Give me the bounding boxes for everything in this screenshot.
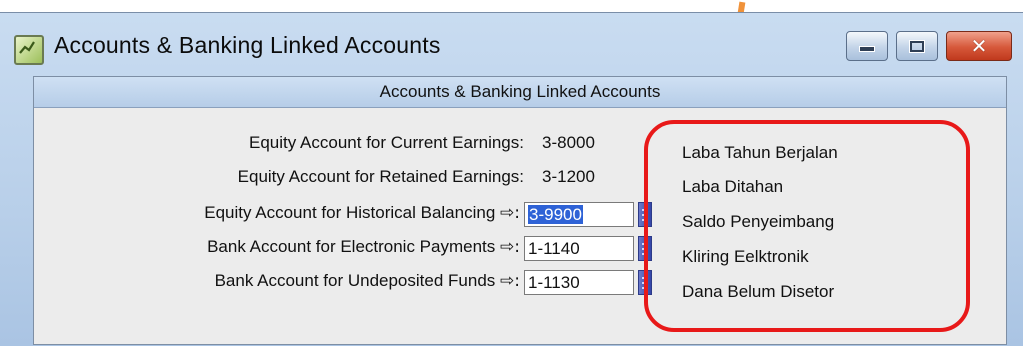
retained-earnings-row: Equity Account for Retained Earnings: [34, 167, 524, 193]
undeposited-funds-value: 1-1130 [528, 273, 580, 292]
close-icon: ✕ [970, 34, 988, 58]
current-earnings-row: Equity Account for Current Earnings: [34, 133, 524, 159]
electronic-payments-value: 1-1140 [528, 239, 580, 258]
drilldown-arrow-icon[interactable]: ⇨: [500, 271, 520, 291]
current-earnings-label: Equity Account for Current Earnings: [249, 133, 524, 152]
retained-earnings-value: 3-1200 [542, 167, 595, 186]
undeposited-funds-label: Bank Account for Undeposited Funds ⇨: [214, 271, 520, 291]
annotation-highlight-box [644, 120, 970, 332]
historical-balancing-field[interactable]: 3-9900 [524, 202, 634, 227]
electronic-payments-field[interactable]: 1-1140 [524, 236, 634, 261]
maximize-icon [909, 39, 925, 53]
historical-balancing-value: 3-9900 [528, 205, 583, 224]
accounts-app-icon [14, 35, 44, 65]
close-button[interactable]: ✕ [946, 31, 1012, 61]
electronic-payments-label: Bank Account for Electronic Payments ⇨: [207, 237, 520, 257]
minimize-button[interactable] [846, 31, 888, 61]
historical-balancing-label: Equity Account for Historical Balancing … [204, 203, 520, 223]
window-title: Accounts & Banking Linked Accounts [54, 32, 441, 58]
panel-header: Accounts & Banking Linked Accounts [34, 77, 1006, 108]
undeposited-funds-row: Bank Account for Undeposited Funds ⇨: [34, 271, 520, 297]
current-earnings-value: 3-8000 [542, 133, 595, 152]
electronic-payments-row: Bank Account for Electronic Payments ⇨: [34, 237, 520, 263]
undeposited-funds-field[interactable]: 1-1130 [524, 270, 634, 295]
minimize-icon [859, 46, 875, 52]
title-bar[interactable]: Accounts & Banking Linked Accounts ✕ [0, 13, 1023, 75]
retained-earnings-label: Equity Account for Retained Earnings: [237, 167, 524, 186]
maximize-button[interactable] [896, 31, 938, 61]
historical-balancing-row: Equity Account for Historical Balancing … [34, 203, 520, 229]
drilldown-arrow-icon[interactable]: ⇨: [500, 203, 520, 223]
drilldown-arrow-icon[interactable]: ⇨: [500, 237, 520, 257]
